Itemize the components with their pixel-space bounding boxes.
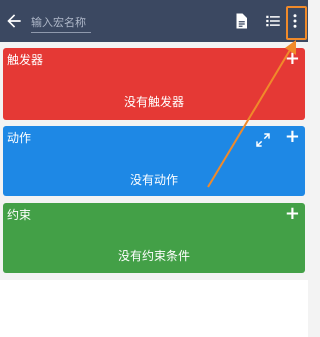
add-constraint-button[interactable]: + — [285, 204, 300, 224]
actions-card[interactable]: 动作 + 没有动作 — [3, 126, 305, 196]
triggers-empty-text: 没有触发器 — [123, 95, 184, 109]
actions-title: 动作 — [7, 131, 32, 145]
actions-empty-text: 没有动作 — [129, 173, 178, 187]
add-action-button[interactable]: + — [285, 127, 300, 147]
add-trigger-button[interactable]: + — [285, 49, 300, 69]
triggers-title: 触发器 — [7, 53, 44, 67]
document-icon[interactable] — [232, 12, 250, 30]
bottom-area — [0, 280, 308, 337]
macro-name-input[interactable] — [31, 12, 91, 33]
constraints-card[interactable]: 约束 + 没有约束条件 — [3, 203, 305, 273]
triggers-card[interactable]: 触发器 + 没有触发器 — [3, 48, 305, 120]
back-arrow-icon[interactable] — [4, 11, 24, 31]
expand-icon[interactable] — [255, 132, 271, 148]
list-icon[interactable] — [264, 12, 282, 30]
annotation-highlight-box — [286, 6, 307, 40]
constraints-title: 约束 — [7, 208, 32, 222]
app-bar — [0, 0, 308, 42]
constraints-empty-text: 没有约束条件 — [117, 249, 190, 263]
